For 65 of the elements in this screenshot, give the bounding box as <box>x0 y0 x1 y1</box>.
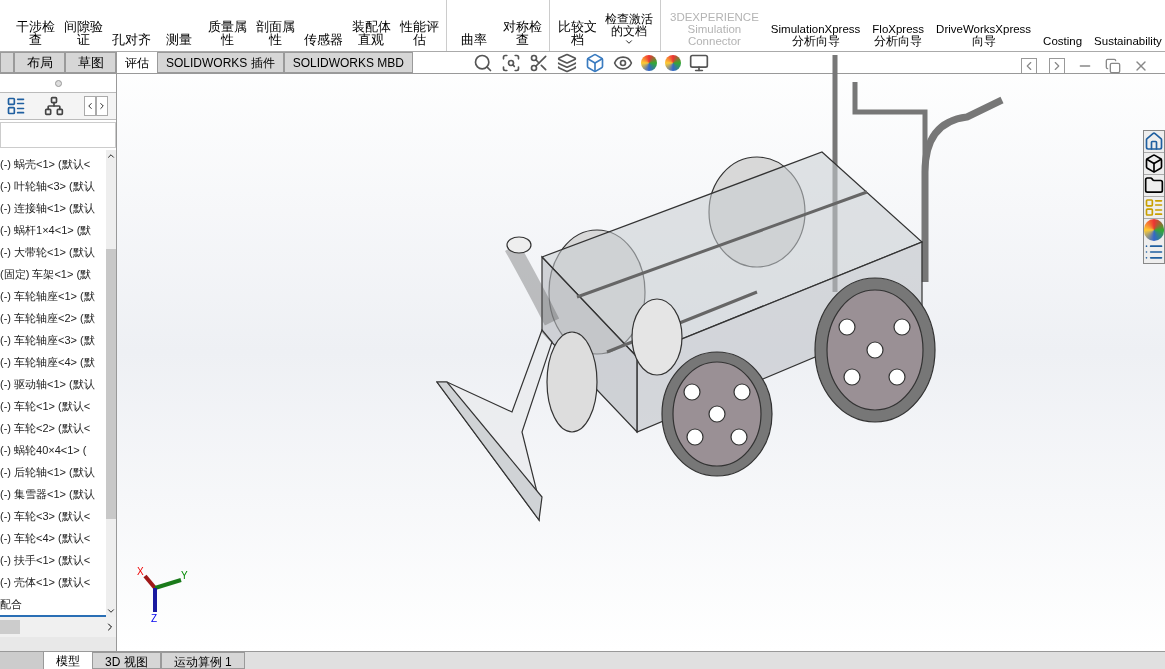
grip-icon[interactable] <box>54 79 62 87</box>
tree-item[interactable]: (固定) 车架<1> (默 <box>0 263 106 285</box>
tree-item[interactable]: (-) 连接轴<1> (默认 <box>0 197 106 219</box>
monitor-icon[interactable] <box>689 52 710 73</box>
ribbon-tool-button[interactable]: 对称检查 <box>499 0 545 51</box>
ribbon-tool-button[interactable]: 干涉检查 <box>12 0 58 51</box>
feature-tree-icon[interactable] <box>6 96 26 116</box>
tree-item[interactable]: (-) 车轮<4> (默认< <box>0 527 106 549</box>
scroll-left-icon[interactable] <box>84 96 96 116</box>
ribbon-tool-button[interactable]: 比较文档 <box>554 0 600 51</box>
tree-item[interactable]: (-) 车轮轴座<1> (默 <box>0 285 106 307</box>
previous-pane-icon[interactable] <box>1021 58 1037 74</box>
zoom-fit-icon[interactable] <box>473 52 494 73</box>
tree-item[interactable]: (-) 车轮<1> (默认< <box>0 395 106 417</box>
tree-item[interactable]: (-) 车轮轴座<2> (默 <box>0 307 106 329</box>
ribbon-tool-button[interactable]: 检查激活的文档 <box>602 0 656 51</box>
ribbon-tool-button[interactable]: 剖面属性 <box>252 0 298 51</box>
restore-icon[interactable] <box>1105 58 1121 74</box>
triad-drawing: X Y Z <box>137 566 188 624</box>
ribbon-tool-button[interactable]: SimulationXpress 分析向导 <box>765 0 866 51</box>
home-icon[interactable] <box>1144 131 1164 153</box>
tree-item[interactable]: (-) 车轮轴座<3> (默 <box>0 329 106 351</box>
tree-item[interactable]: (-) 蜗壳<1> (默认< <box>0 153 106 175</box>
tab[interactable]: 模型 <box>44 652 92 669</box>
ribbon-tool-button[interactable]: 装配体直观 <box>348 0 394 51</box>
ribbon-tool-button[interactable]: 间隙验证 <box>60 0 106 51</box>
tree-item[interactable]: 配合 <box>0 593 106 615</box>
cube-icon[interactable] <box>585 52 606 73</box>
scrollbar-thumb[interactable] <box>106 248 116 519</box>
tab[interactable]: SOLIDWORKS 插件 <box>157 52 284 73</box>
horizontal-scrollbar[interactable] <box>0 617 116 637</box>
ribbon-tool-button[interactable]: 传感器 <box>300 0 346 51</box>
vertical-scrollbar[interactable] <box>106 150 116 617</box>
ribbon-tool-button[interactable]: 性能评估 <box>396 0 442 51</box>
ribbon-tool-button[interactable]: Costing <box>1038 0 1088 51</box>
tree-item[interactable]: (-) 扶手<1> (默认< <box>0 549 106 571</box>
folder-icon[interactable] <box>1144 175 1164 197</box>
ribbon-tool-button[interactable]: 质量属性 <box>204 0 250 51</box>
zoom-area-icon[interactable] <box>501 52 522 73</box>
ribbon-tool-button[interactable]: 曲率 <box>451 0 497 51</box>
tree-item[interactable]: (-) 叶轮轴<3> (默认 <box>0 175 106 197</box>
next-pane-icon[interactable] <box>1049 58 1065 74</box>
ribbon-tool-button[interactable]: 孔对齐 <box>108 0 154 51</box>
ribbon-tool-button[interactable]: Sustainability <box>1089 0 1165 51</box>
tree-item[interactable]: (-) 后轮轴<1> (默认 <box>0 461 106 483</box>
tab[interactable]: 3D 视图 <box>92 652 161 669</box>
scroll-right-icon[interactable] <box>96 96 108 116</box>
tree-item[interactable]: (-) 蜗轮40×4<1> ( <box>0 439 106 461</box>
tab[interactable]: SOLIDWORKS MBD <box>283 52 414 73</box>
scrollbar-thumb[interactable] <box>0 620 20 634</box>
tree-item[interactable]: (-) 集雪器<1> (默认 <box>0 483 106 505</box>
tree-item[interactable]: (-) 车轮<2> (默认< <box>0 417 106 439</box>
tree-item[interactable]: (-) 车轮轴座<4> (默 <box>0 351 106 373</box>
tree-item[interactable]: (-) 大带轮<1> (默认 <box>0 241 106 263</box>
tab[interactable]: 草图 <box>65 52 116 73</box>
ribbon-tool-button[interactable]: DriveWorksXpress 向导 <box>931 0 1037 51</box>
ribbon-tool-button[interactable]: 测量 <box>156 0 202 51</box>
tree-item[interactable]: (-) 蜗杆1×4<1> (默 <box>0 219 106 241</box>
tab[interactable]: 布局 <box>14 52 65 73</box>
tab[interactable]: 运动算例 1 <box>160 652 245 669</box>
tree-item[interactable]: (-) 车轮<3> (默认< <box>0 505 106 527</box>
ribbon-tool-button[interactable]: FloXpress 分析向导 <box>867 0 930 51</box>
tree-item[interactable]: (-) 驱动轴<1> (默认 <box>0 373 106 395</box>
filter-field[interactable] <box>0 122 116 148</box>
tree-item[interactable]: (-) 壳体<1> (默认< <box>0 571 106 593</box>
